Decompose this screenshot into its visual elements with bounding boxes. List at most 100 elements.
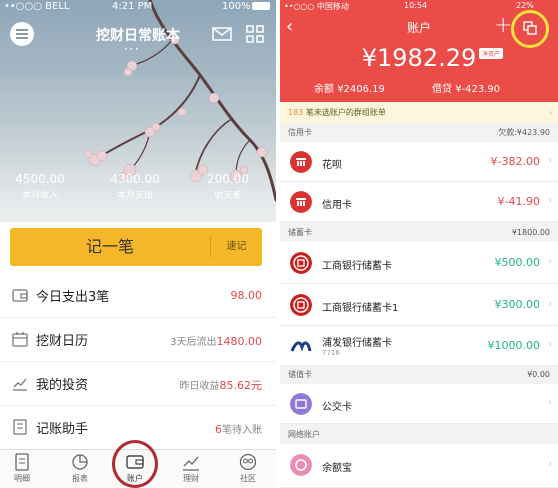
chevron-right-icon: › bbox=[548, 156, 552, 166]
highlight-circle bbox=[511, 10, 549, 48]
tab-report[interactable]: 报表 bbox=[60, 453, 100, 484]
stat-balance-label: 收支差 bbox=[214, 191, 242, 201]
row-calendar[interactable]: 挖财日历 3天后流出1480.00 bbox=[0, 318, 276, 362]
tab-label: 社区 bbox=[240, 474, 256, 483]
calendar-icon bbox=[12, 332, 28, 347]
top-nav: 挖财日常账本 ••• bbox=[0, 22, 276, 53]
card-icon bbox=[290, 393, 312, 415]
account-name: 工商银行储蓄卡1 bbox=[322, 303, 399, 314]
account-row-spdb[interactable]: 浦发银行储蓄卡 7716 ¥1000.00 › bbox=[280, 326, 558, 366]
status-battery: 100% bbox=[222, 1, 251, 12]
chart-icon bbox=[13, 378, 27, 391]
stat-income: 4500.00 本月收入 bbox=[10, 172, 70, 201]
bank-icon bbox=[290, 151, 312, 173]
status-carrier: ••○○○ BELL bbox=[4, 1, 70, 12]
tab-label: 明细 bbox=[14, 474, 30, 483]
section-label: 储蓄卡 bbox=[288, 228, 312, 237]
balance-value: ¥2406.19 bbox=[337, 84, 385, 95]
account-desc: 7716 bbox=[322, 349, 340, 357]
net-assets-badge: 净资产 bbox=[479, 48, 504, 59]
chevron-right-icon: › bbox=[548, 398, 552, 408]
document-icon bbox=[15, 453, 29, 471]
row-title: 我的投资 bbox=[36, 378, 89, 393]
status-bar: ••○○○ BELL 4:21 PM 100% bbox=[0, 0, 276, 14]
row-title: 记账助手 bbox=[36, 422, 89, 437]
group-bill-notice[interactable]: 183 笔未选账户的群组账单 › bbox=[280, 102, 558, 124]
tab-detail[interactable]: 明细 bbox=[2, 453, 42, 484]
row-value: 3天后流出1480.00 bbox=[170, 335, 262, 348]
community-icon bbox=[239, 453, 257, 471]
account-name: 公交卡 bbox=[322, 402, 352, 413]
wallet-icon bbox=[12, 289, 28, 302]
chevron-right-icon: › bbox=[548, 108, 552, 117]
hero-banner: ••○○○ BELL 4:21 PM 100% 挖财日常账本 ••• 4500.… bbox=[0, 0, 276, 222]
screenshot-root: ••○○○ BELL 4:21 PM 100% 挖财日常账本 ••• 4500.… bbox=[0, 0, 558, 488]
notice-text: 笔未选账户的群组账单 bbox=[305, 108, 386, 117]
tab-finance[interactable]: 理财 bbox=[171, 453, 211, 484]
stat-income-value: 4500.00 bbox=[15, 172, 65, 186]
grid-icon[interactable] bbox=[246, 25, 264, 43]
row-today-expense[interactable]: 今日支出3笔 98.00 bbox=[0, 274, 276, 318]
mail-icon[interactable] bbox=[212, 27, 232, 41]
stat-expense-label: 本月支出 bbox=[116, 191, 153, 201]
stat-balance: 200.00 收支差 bbox=[198, 172, 258, 201]
debt-label: 借贷 bbox=[432, 84, 452, 95]
icbc-logo-icon bbox=[290, 252, 312, 274]
section-value: ¥0.00 bbox=[527, 370, 550, 379]
stat-balance-value: 200.00 bbox=[207, 172, 249, 186]
highlight-circle bbox=[112, 440, 158, 488]
row-investment[interactable]: 我的投资 昨日收益85.62元 bbox=[0, 362, 276, 406]
chevron-right-icon: › bbox=[548, 196, 552, 206]
section-label: 储值卡 bbox=[288, 370, 312, 379]
book-title[interactable]: 挖财日常账本 bbox=[0, 25, 276, 45]
section-debit: 储蓄卡 ¥1800.00 bbox=[280, 224, 558, 242]
icbc-logo-icon bbox=[290, 294, 312, 316]
status-time: 4:21 PM bbox=[112, 1, 153, 12]
account-row-huabei[interactable]: 花呗 ¥-382.00 › bbox=[280, 142, 558, 182]
account-value: ¥-382.00 bbox=[490, 155, 540, 168]
account-name: 信用卡 bbox=[322, 200, 352, 211]
account-value: ¥500.00 bbox=[494, 256, 541, 269]
bank-icon bbox=[290, 191, 312, 213]
section-label: 信用卡 bbox=[288, 128, 312, 137]
account-row-icbc-1[interactable]: 工商银行储蓄卡1 ¥300.00 › bbox=[280, 284, 558, 326]
quick-record-button[interactable]: 速记 bbox=[211, 228, 262, 266]
chevron-right-icon: › bbox=[548, 459, 552, 469]
notice-count: 183 bbox=[288, 108, 304, 117]
section-credit: 信用卡 欠款:¥423.90 bbox=[280, 124, 558, 142]
account-name: 浦发银行储蓄卡 bbox=[322, 338, 392, 349]
account-row-yuebao[interactable]: 余额宝 › bbox=[280, 444, 558, 488]
status-carrier: ••○○○ 中国移动 bbox=[284, 2, 349, 11]
account-row-transit-card[interactable]: 公交卡 › bbox=[280, 384, 558, 424]
yuebao-icon bbox=[290, 454, 312, 476]
tab-label: 报表 bbox=[72, 474, 88, 483]
battery-icon bbox=[252, 2, 270, 10]
page-indicator: ••• bbox=[124, 46, 141, 53]
account-row-credit-card[interactable]: 信用卡 ¥-41.90 › bbox=[280, 182, 558, 222]
chevron-right-icon: › bbox=[548, 340, 552, 350]
account-row-icbc[interactable]: 工商银行储蓄卡 ¥500.00 › bbox=[280, 242, 558, 284]
stat-expense-value: 4300.00 bbox=[110, 172, 160, 186]
trend-icon bbox=[183, 456, 199, 471]
left-phone-screen: ••○○○ BELL 4:21 PM 100% 挖财日常账本 ••• 4500.… bbox=[0, 0, 276, 488]
chevron-right-icon: › bbox=[548, 299, 552, 309]
spdb-logo-icon bbox=[290, 341, 312, 352]
notebook-icon bbox=[13, 419, 27, 435]
account-value: ¥300.00 bbox=[494, 298, 541, 311]
balance-summary: 余额 ¥2406.19 bbox=[314, 80, 385, 95]
tab-community[interactable]: 社区 bbox=[228, 453, 268, 484]
row-value: 98.00 bbox=[230, 289, 263, 302]
debt-value: ¥-423.90 bbox=[455, 84, 501, 95]
section-online: 网络账户 bbox=[280, 426, 558, 444]
row-title: 今日支出3笔 bbox=[36, 290, 110, 305]
stat-expense: 4300.00 本月支出 bbox=[104, 172, 166, 201]
status-time: 10:54 bbox=[404, 1, 428, 10]
account-value: ¥-41.90 bbox=[497, 195, 540, 208]
row-value: 6笔待入账 bbox=[215, 423, 262, 436]
chevron-right-icon: › bbox=[548, 257, 552, 267]
section-value: 欠款:¥423.90 bbox=[498, 128, 550, 137]
record-button[interactable]: 记一笔 bbox=[10, 228, 210, 266]
account-header: ••○○○ 中国移动 10:54 22% ‹ 账户 + ¥1982.29 净资产… bbox=[280, 0, 558, 102]
section-stored-value: 储值卡 ¥0.00 bbox=[280, 366, 558, 384]
add-icon[interactable]: + bbox=[494, 13, 512, 38]
